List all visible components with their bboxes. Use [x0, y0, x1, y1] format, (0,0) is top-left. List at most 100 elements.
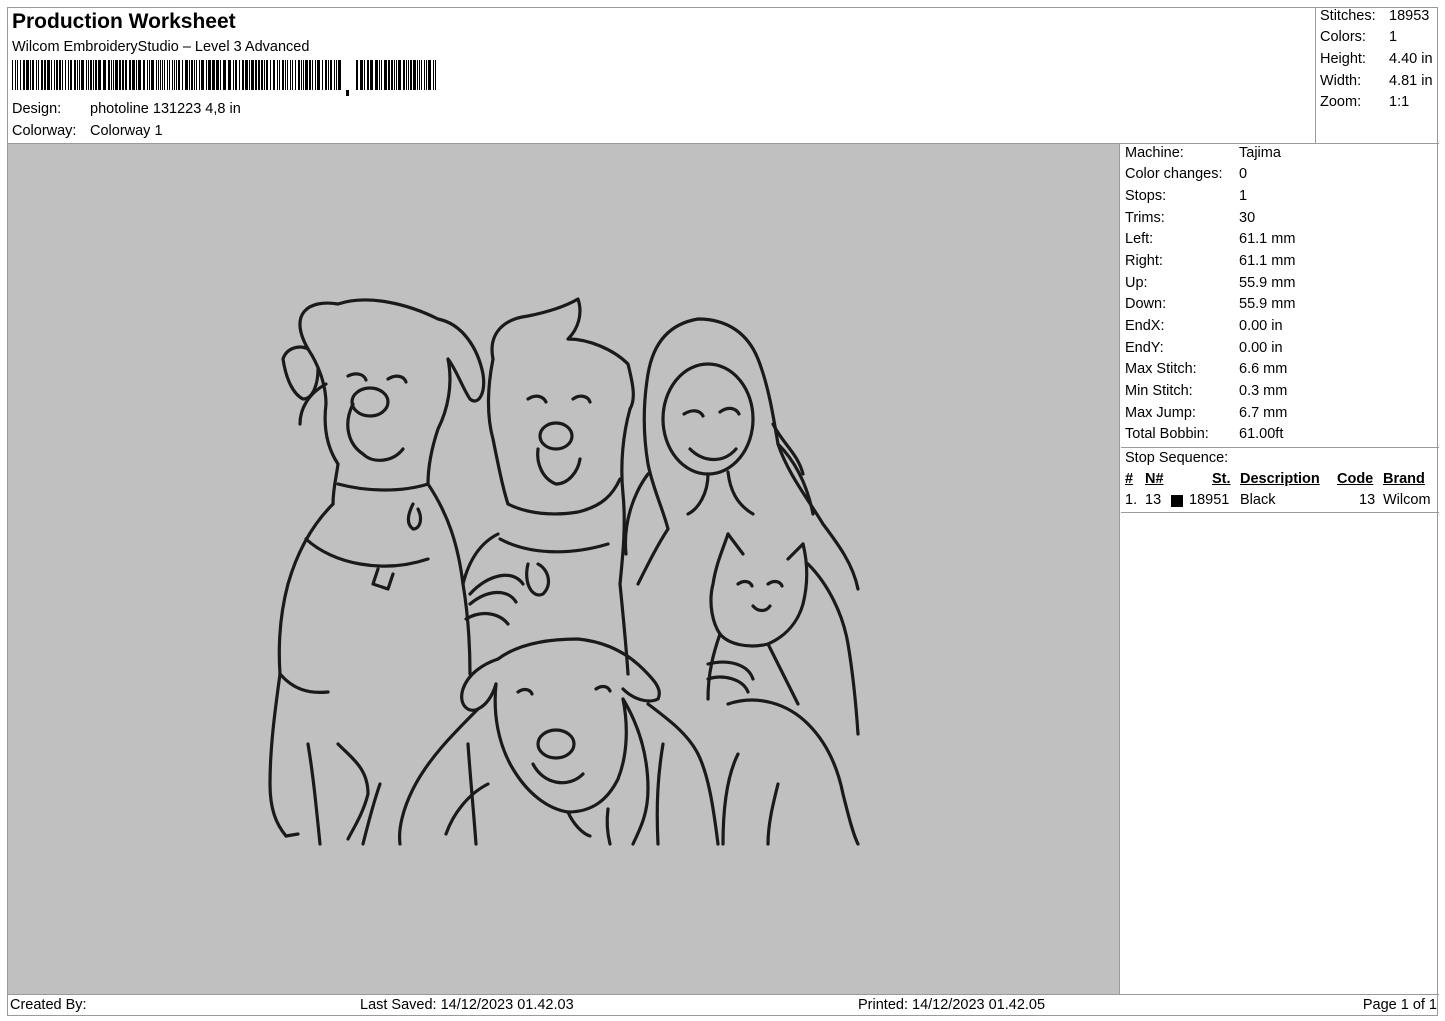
barcode-bar [388, 60, 390, 90]
barcode-bar [47, 60, 50, 90]
printed-date: Printed: 14/12/2023 01.42.05 [858, 997, 1046, 1013]
stat-label: Stitches: [1320, 8, 1376, 24]
barcode-bar [301, 60, 302, 90]
barcode-bar [20, 60, 21, 90]
barcode-bar [417, 60, 418, 90]
thread-color-swatch [1171, 495, 1183, 507]
info-endx: EndX: 0.00 in [1125, 318, 1283, 338]
barcode-bar [325, 60, 327, 90]
barcode-bar [113, 60, 114, 90]
info-endy: EndY: 0.00 in [1125, 340, 1283, 360]
stop-sequence-title: Stop Sequence: [1125, 450, 1229, 466]
barcode-bar [111, 60, 112, 90]
barcode-bar [330, 60, 332, 90]
colorway-row: Colorway: Colorway 1 [12, 123, 163, 139]
barcode-bar [185, 60, 188, 90]
worksheet-footer: Created By: Last Saved: 14/12/2023 01.42… [8, 994, 1439, 1017]
created-by: Created By: [10, 997, 87, 1013]
barcode-bar [103, 60, 106, 90]
row-stitches: 18951 [1189, 492, 1230, 508]
barcode-bar [143, 60, 145, 90]
barcode-bar [282, 60, 284, 90]
barcode-bar [51, 60, 52, 90]
barcode-bar [95, 60, 97, 90]
barcode-bar [336, 60, 337, 90]
barcode-bar [315, 60, 316, 90]
barcode-bar [419, 60, 420, 90]
info-up: Up: 55.9 mm [1125, 275, 1295, 295]
barcode-bar [81, 60, 84, 90]
barcode-bar [375, 60, 378, 90]
info-label: Up: [1125, 275, 1148, 291]
info-value: 0.00 in [1239, 318, 1283, 334]
barcode-bar [162, 60, 163, 90]
barcode-bar [398, 60, 401, 90]
barcode-bar [220, 60, 221, 90]
barcode-bar [277, 60, 278, 90]
barcode-bar [65, 60, 66, 90]
info-value: 1 [1239, 188, 1248, 204]
barcode-bar [235, 60, 237, 90]
stat-width: Width: 4.81 in [1320, 73, 1433, 93]
barcode-bar [356, 60, 358, 90]
barcode-bar [115, 60, 118, 90]
stat-height: Height: 4.40 in [1320, 51, 1433, 71]
barcode-bar [428, 60, 431, 90]
info-label: Trims: [1125, 210, 1165, 226]
barcode-bar [305, 60, 308, 90]
barcode-bar [295, 60, 296, 90]
barcode-bar [367, 60, 369, 90]
barcode-bar [189, 60, 190, 90]
barcode-bar [233, 60, 234, 90]
info-value: 61.1 mm [1239, 231, 1296, 247]
design-label: Design: [12, 101, 62, 117]
row-brand: Wilcom [1383, 492, 1431, 508]
barcode-bar [287, 60, 288, 90]
barcode-bar [408, 60, 409, 90]
divider [1121, 447, 1439, 448]
colorway-value: Colorway 1 [90, 123, 163, 139]
info-label: EndX: [1125, 318, 1165, 334]
last-saved: Last Saved: 14/12/2023 01.42.03 [360, 997, 574, 1013]
stat-stitches: Stitches: 18953 [1320, 8, 1429, 28]
info-label: EndY: [1125, 340, 1164, 356]
stat-label: Height: [1320, 51, 1366, 67]
worksheet-title: Production Worksheet [12, 10, 236, 33]
row-needle: 13 [1145, 492, 1162, 508]
barcode [12, 60, 436, 96]
barcode-bar [435, 60, 436, 90]
barcode-bar [138, 60, 141, 90]
info-label: Machine: [1125, 145, 1184, 161]
barcode-bar [328, 60, 329, 90]
barcode-bar [26, 60, 29, 90]
barcode-bar [251, 60, 254, 90]
info-label: Down: [1125, 296, 1167, 312]
barcode-bar [290, 60, 291, 90]
info-value: 55.9 mm [1239, 275, 1296, 291]
barcode-bar [149, 60, 150, 90]
stat-value: 18953 [1389, 8, 1430, 24]
info-right: Right: 61.1 mm [1125, 253, 1295, 273]
barcode-bar [255, 60, 257, 90]
design-preview [8, 144, 1120, 994]
barcode-bar [223, 60, 226, 90]
barcode-bar [36, 60, 37, 90]
barcode-bar [338, 60, 341, 90]
barcode-bar [44, 60, 46, 90]
barcode-bar [242, 60, 244, 90]
barcode-bar [270, 60, 271, 90]
barcode-bar [292, 60, 293, 90]
barcode-bar [216, 60, 219, 90]
barcode-bar [239, 60, 240, 90]
info-value: Tajima [1239, 145, 1281, 161]
info-value: 0 [1239, 166, 1248, 182]
barcode-bar [167, 60, 168, 90]
barcode-bar [12, 60, 13, 90]
info-label: Total Bobbin: [1125, 426, 1209, 442]
page-number: Page 1 of 1 [1362, 997, 1437, 1013]
info-value: 61.00ft [1239, 426, 1284, 442]
woman-outline [623, 317, 860, 591]
barcode-bar [158, 60, 159, 90]
barcode-bar [285, 60, 286, 90]
col-header-needle: N# [1145, 471, 1164, 487]
